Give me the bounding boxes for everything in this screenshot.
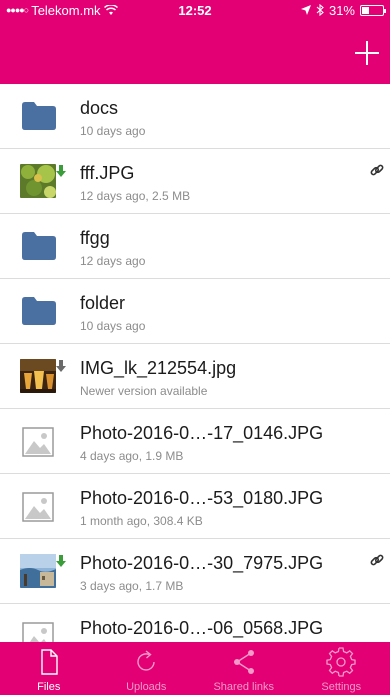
file-name: ffgg bbox=[80, 228, 110, 248]
folder-icon bbox=[22, 102, 56, 130]
bluetooth-icon bbox=[316, 4, 324, 16]
folder-row[interactable]: folder 10 days ago bbox=[0, 279, 390, 344]
file-name: docs bbox=[80, 98, 119, 118]
signal-strength-icon: ●●●●○ bbox=[6, 5, 29, 15]
navigation-bar bbox=[0, 20, 390, 84]
file-name: Photo-2016-0…-06_0568.JPG bbox=[80, 618, 324, 638]
file-meta: 1 month ago, 308.4 KB bbox=[80, 514, 203, 528]
add-button[interactable] bbox=[352, 38, 382, 68]
image-placeholder-icon bbox=[22, 492, 54, 522]
file-name: IMG_lk_212554.jpg bbox=[80, 358, 237, 378]
file-name: Photo-2016-0…-53_0180.JPG bbox=[80, 488, 324, 508]
battery-percent: 31% bbox=[328, 2, 355, 18]
gear-icon bbox=[326, 647, 356, 677]
file-meta: 10 days ago bbox=[80, 124, 146, 138]
tab-label: Files bbox=[37, 681, 61, 693]
file-row[interactable]: IMG_lk_212554.jpg Newer version available bbox=[0, 344, 390, 409]
photo-thumbnail bbox=[20, 164, 56, 198]
tab-files[interactable]: Files bbox=[0, 642, 98, 695]
image-placeholder-icon bbox=[22, 427, 54, 457]
tab-label: Uploads bbox=[126, 681, 167, 693]
file-meta: 10 days ago bbox=[80, 319, 146, 333]
tab-shared-links[interactable]: Shared links bbox=[195, 642, 293, 695]
file-meta: 3 days ago, 1.7 MB bbox=[80, 579, 184, 593]
folder-icon bbox=[22, 297, 56, 325]
file-name: fff.JPG bbox=[80, 163, 135, 183]
file-row[interactable]: Photo-2016-0…-17_0146.JPG 4 days ago, 1.9… bbox=[0, 409, 390, 474]
tab-label: Settings bbox=[321, 681, 362, 693]
file-list: docs 10 days ago fff.JPG 12 days ago, 2.5 M… bbox=[0, 84, 390, 642]
file-name: Photo-2016-0…-17_0146.JPG bbox=[80, 423, 324, 443]
tab-label: Shared links bbox=[213, 681, 275, 693]
image-placeholder-icon bbox=[22, 622, 54, 642]
file-row[interactable]: Photo-2016-0…-30_7975.JPG 3 days ago, 1.7… bbox=[0, 539, 390, 604]
download-arrow-icon bbox=[56, 555, 66, 567]
tab-settings[interactable]: Settings bbox=[293, 642, 390, 695]
document-icon bbox=[34, 647, 64, 677]
file-meta: Newer version available bbox=[80, 384, 208, 398]
file-name: Photo-2016-0…-30_7975.JPG bbox=[80, 553, 324, 573]
file-meta: 12 days ago, 2.5 MB bbox=[80, 189, 191, 203]
folder-row[interactable]: ffgg 12 days ago bbox=[0, 214, 390, 279]
tab-uploads[interactable]: Uploads bbox=[98, 642, 196, 695]
file-row[interactable]: Photo-2016-0…-53_0180.JPG 1 month ago, 30… bbox=[0, 474, 390, 539]
file-row[interactable]: fff.JPG 12 days ago, 2.5 MB bbox=[0, 149, 390, 214]
location-arrow-icon bbox=[300, 5, 311, 15]
file-meta: 4 days ago, 1.9 MB bbox=[80, 449, 184, 463]
link-icon[interactable] bbox=[370, 163, 384, 177]
wifi-icon bbox=[103, 4, 118, 15]
carrier-name: Telekom.mk bbox=[31, 2, 101, 18]
folder-row[interactable]: docs 10 days ago bbox=[0, 84, 390, 149]
battery-icon bbox=[360, 4, 386, 16]
download-arrow-icon bbox=[56, 165, 66, 177]
status-bar: ●●●●○ Telekom.mk 12:52 31% bbox=[0, 0, 390, 20]
file-meta: 12 days ago bbox=[80, 254, 146, 268]
file-row[interactable]: Photo-2016-0…-06_0568.JPG bbox=[0, 604, 390, 642]
photo-thumbnail bbox=[20, 554, 56, 588]
folder-icon bbox=[22, 232, 56, 260]
photo-thumbnail bbox=[20, 359, 56, 393]
link-icon[interactable] bbox=[370, 553, 384, 567]
refresh-icon bbox=[131, 647, 161, 677]
share-icon bbox=[229, 647, 259, 677]
tab-bar: Files Uploads Shared links Settings bbox=[0, 642, 390, 695]
file-name: folder bbox=[80, 293, 126, 313]
download-arrow-icon bbox=[56, 360, 66, 372]
